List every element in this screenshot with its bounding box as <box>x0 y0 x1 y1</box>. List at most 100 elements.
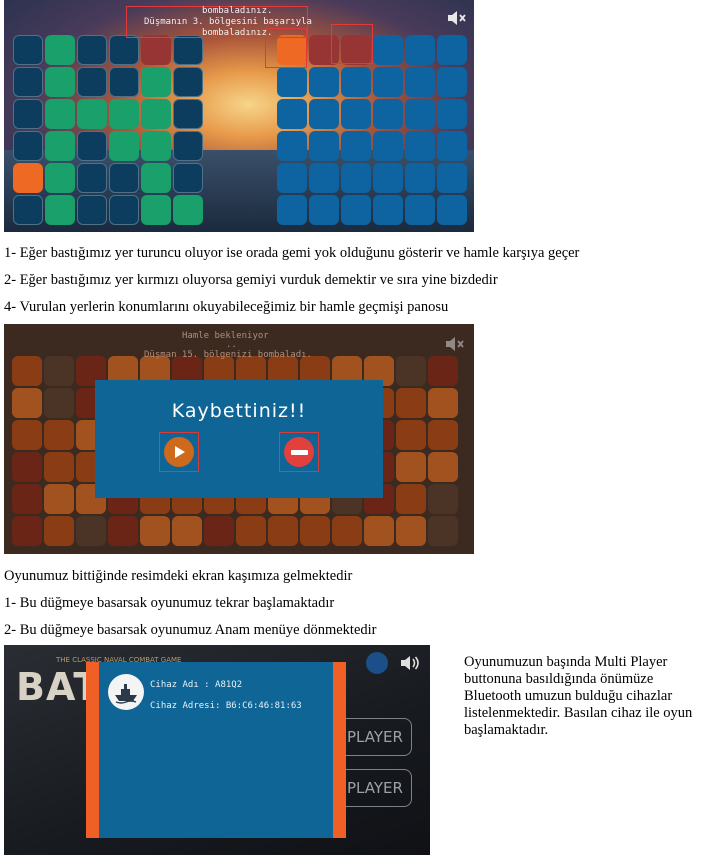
board-cell[interactable] <box>437 67 467 97</box>
board-cell[interactable] <box>173 35 203 65</box>
main-menu-button[interactable] <box>279 432 319 472</box>
play-icon <box>164 437 194 467</box>
board-cell[interactable] <box>341 131 371 161</box>
board-cell[interactable] <box>173 99 203 129</box>
board-cell[interactable] <box>277 99 307 129</box>
waiting-dots: .. <box>226 340 237 350</box>
board-cell[interactable] <box>45 35 75 65</box>
board-cell[interactable] <box>309 67 339 97</box>
board-cell <box>12 452 42 482</box>
board-cell[interactable] <box>45 67 75 97</box>
board-cell[interactable] <box>77 131 107 161</box>
board-cell[interactable] <box>13 35 43 65</box>
board-cell[interactable] <box>309 195 339 225</box>
no-entry-icon <box>284 437 314 467</box>
board-cell <box>396 420 426 450</box>
board-cell[interactable] <box>437 131 467 161</box>
board-cell[interactable] <box>277 131 307 161</box>
board-cell[interactable] <box>277 163 307 193</box>
board-cell[interactable] <box>437 99 467 129</box>
board-cell[interactable] <box>77 163 107 193</box>
board-cell[interactable] <box>173 131 203 161</box>
board-cell[interactable] <box>13 163 43 193</box>
board-cell <box>236 516 266 546</box>
multi-player-button[interactable]: PLAYER <box>336 769 412 807</box>
board-cell <box>428 356 458 386</box>
board-cell[interactable] <box>141 195 171 225</box>
board-cell[interactable] <box>141 67 171 97</box>
board-cell[interactable] <box>13 67 43 97</box>
panel-left-bar <box>86 662 99 838</box>
board-cell <box>108 516 138 546</box>
single-player-button[interactable]: PLAYER <box>336 718 412 756</box>
board-cell[interactable] <box>405 67 435 97</box>
board-cell[interactable] <box>341 67 371 97</box>
board-cell[interactable] <box>141 99 171 129</box>
board-cell[interactable] <box>309 99 339 129</box>
board-cell <box>428 420 458 450</box>
board-cell[interactable] <box>77 99 107 129</box>
board-cell[interactable] <box>373 35 403 65</box>
board-cell[interactable] <box>173 195 203 225</box>
board-cell[interactable] <box>405 163 435 193</box>
board-cell[interactable] <box>373 163 403 193</box>
board-cell[interactable] <box>77 195 107 225</box>
board-cell[interactable] <box>109 163 139 193</box>
board-cell <box>396 484 426 514</box>
board-cell <box>44 356 74 386</box>
board-cell <box>428 388 458 418</box>
board-cell[interactable] <box>109 195 139 225</box>
status-dot <box>366 652 388 674</box>
board-cell[interactable] <box>141 35 171 65</box>
board-cell[interactable] <box>45 195 75 225</box>
board-cell[interactable] <box>141 131 171 161</box>
board-cell[interactable] <box>141 163 171 193</box>
board-cell[interactable] <box>109 99 139 129</box>
board-cell[interactable] <box>373 131 403 161</box>
board-cell[interactable] <box>277 67 307 97</box>
board-cell[interactable] <box>45 99 75 129</box>
move-history-panel: bombaladınız. Düşmanın 3. bölgesini başa… <box>144 6 312 39</box>
board-cell[interactable] <box>341 195 371 225</box>
board-cell[interactable] <box>13 195 43 225</box>
device-address: Cihaz Adresi: B6:C6:46:81:63 <box>150 701 302 711</box>
board-cell[interactable] <box>437 163 467 193</box>
board-cell[interactable] <box>309 131 339 161</box>
board-cell[interactable] <box>309 163 339 193</box>
restart-button[interactable] <box>159 432 199 472</box>
board-cell[interactable] <box>341 163 371 193</box>
board-cell[interactable] <box>277 195 307 225</box>
caption-game-over: Oyunumuz bittiğinde resimdeki ekran kaşı… <box>4 568 353 584</box>
board-cell[interactable] <box>373 99 403 129</box>
caption-main-menu: 2- Bu düğmeye basarsak oyunumuz Anam men… <box>4 622 377 638</box>
board-cell[interactable] <box>405 131 435 161</box>
board-cell[interactable] <box>45 163 75 193</box>
board-cell[interactable] <box>45 131 75 161</box>
board-cell[interactable] <box>437 35 467 65</box>
board-cell <box>396 452 426 482</box>
board-cell[interactable] <box>77 67 107 97</box>
board-cell[interactable] <box>437 195 467 225</box>
board-cell[interactable] <box>13 99 43 129</box>
board-cell[interactable] <box>109 67 139 97</box>
board-cell <box>396 388 426 418</box>
board-cell[interactable] <box>341 99 371 129</box>
board-cell[interactable] <box>173 67 203 97</box>
board-cell <box>428 452 458 482</box>
board-cell[interactable] <box>109 131 139 161</box>
board-cell <box>396 516 426 546</box>
board-cell[interactable] <box>109 35 139 65</box>
caption-history-panel: 4- Vurulan yerlerin konumlarını okuyabil… <box>4 299 449 315</box>
board-cell[interactable] <box>405 195 435 225</box>
board-cell[interactable] <box>405 99 435 129</box>
dialog-title: Kaybettiniz!! <box>171 400 307 422</box>
mute-icon[interactable] <box>444 334 466 360</box>
board-cell[interactable] <box>173 163 203 193</box>
mute-icon[interactable] <box>446 8 468 34</box>
board-cell[interactable] <box>405 35 435 65</box>
board-cell[interactable] <box>373 195 403 225</box>
board-cell[interactable] <box>77 35 107 65</box>
board-cell[interactable] <box>13 131 43 161</box>
speaker-icon[interactable] <box>400 654 420 677</box>
board-cell[interactable] <box>373 67 403 97</box>
